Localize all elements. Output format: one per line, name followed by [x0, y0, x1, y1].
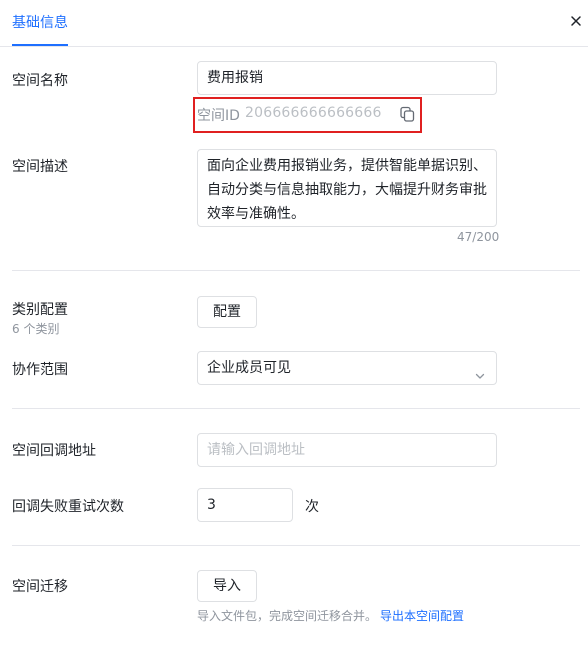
space-id-label: 空间ID	[197, 108, 240, 124]
tab-basic-info[interactable]: 基础信息	[12, 12, 68, 32]
callback-url-label: 空间回调地址	[12, 443, 96, 459]
space-name-label: 空间名称	[12, 73, 68, 89]
description-char-counter: 47/200	[457, 230, 500, 244]
collaboration-scope-label: 协作范围	[12, 362, 68, 378]
space-name-input[interactable]: 费用报销	[197, 61, 497, 95]
migration-hint: 导入文件包，完成空间迁移合并。	[197, 609, 378, 623]
tab-active-indicator	[12, 44, 68, 46]
callback-url-input[interactable]: 请输入回调地址	[197, 433, 497, 467]
retry-count-input[interactable]: 3	[197, 488, 293, 522]
close-icon[interactable]	[567, 12, 585, 30]
configure-button[interactable]: 配置	[197, 296, 257, 328]
collaboration-scope-value: 企业成员可见	[207, 360, 291, 376]
section-divider	[12, 545, 580, 546]
category-count: 6 个类别	[12, 322, 60, 336]
import-button[interactable]: 导入	[197, 570, 257, 602]
section-divider	[12, 270, 580, 271]
space-id-value: 206666666666666	[245, 105, 382, 121]
space-description-label: 空间描述	[12, 159, 68, 175]
space-migration-label: 空间迁移	[12, 579, 68, 595]
retry-count-unit: 次	[305, 499, 319, 515]
dialog-header: 基础信息	[0, 0, 588, 47]
section-divider	[12, 408, 580, 409]
collaboration-scope-select[interactable]: 企业成员可见	[197, 351, 497, 385]
retry-count-label: 回调失败重试次数	[12, 499, 124, 515]
category-config-label: 类别配置	[12, 302, 68, 318]
space-description-textarea[interactable]: 面向企业费用报销业务，提供智能单据识别、自动分类与信息抽取能力，大幅提升财务审批…	[197, 149, 497, 227]
copy-icon[interactable]	[398, 105, 416, 123]
chevron-down-icon	[474, 362, 486, 379]
export-config-link[interactable]: 导出本空间配置	[380, 607, 464, 624]
